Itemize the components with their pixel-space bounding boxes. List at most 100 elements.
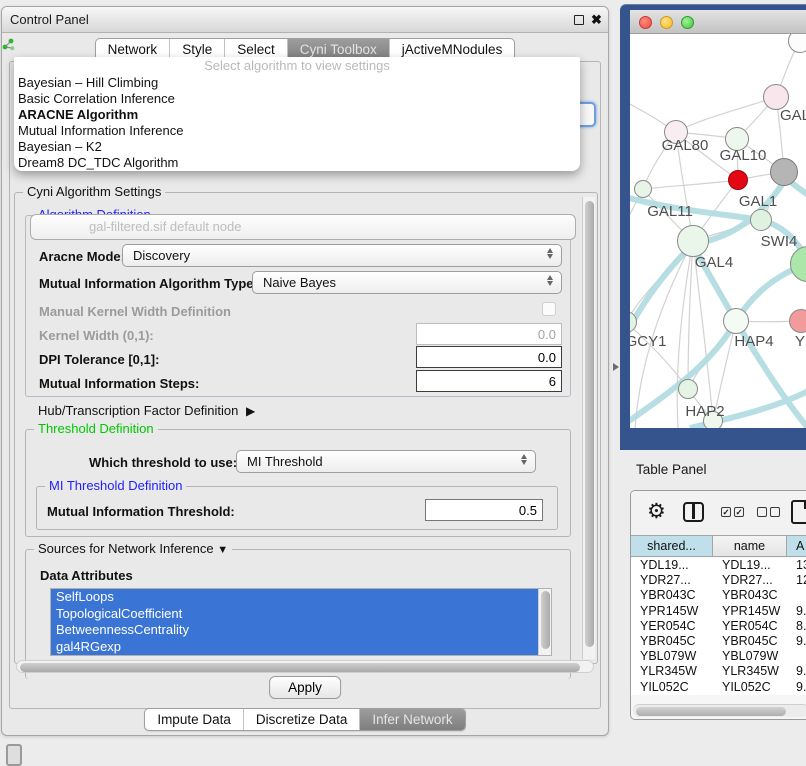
cell[interactable]: 13 xyxy=(787,558,806,573)
tab-discretize-data[interactable]: Discretize Data xyxy=(243,709,360,730)
cell[interactable]: 8. xyxy=(787,619,806,634)
cell[interactable]: YIL052C xyxy=(631,680,713,695)
network-node-hap2[interactable] xyxy=(678,379,698,399)
manual-kernel-width-checkbox[interactable] xyxy=(542,302,556,316)
tab-infer-network[interactable]: Infer Network xyxy=(359,709,464,730)
control-panel-titlebar: Control Panel ✖ xyxy=(2,7,608,33)
node-label-gal4: GAL4 xyxy=(695,254,733,271)
menu-item-bayesian-hill-climbing[interactable]: Bayesian – Hill Climbing xyxy=(14,75,580,91)
corner-grip-icon[interactable] xyxy=(6,744,22,766)
close-icon[interactable]: ✖ xyxy=(591,12,602,28)
tab-select-label: Select xyxy=(237,42,275,57)
table-row[interactable]: YER054C YER054C 8. xyxy=(631,619,806,634)
settings-horizontal-scrollbar[interactable] xyxy=(16,660,594,673)
table-row[interactable]: YIL052C YIL052C 9. xyxy=(631,680,806,695)
table-row[interactable]: YDR27... YDR27... 12 xyxy=(631,573,806,588)
list-item[interactable]: TopologicalCoefficient xyxy=(51,606,551,623)
cell[interactable]: YER054C xyxy=(631,619,713,634)
menu-item-mutual-information[interactable]: Mutual Information Inference xyxy=(14,123,580,139)
cell[interactable]: YLR345W xyxy=(631,664,713,679)
network-node-swi4[interactable] xyxy=(750,209,772,231)
which-threshold-combobox[interactable]: MI Threshold xyxy=(236,450,536,473)
hub-definition-expander[interactable]: Hub/Transcription Factor Definition ▶ xyxy=(38,403,251,418)
menu-item-aracne[interactable]: ARACNE Algorithm xyxy=(14,107,580,123)
list-item[interactable]: BetweennessCentrality xyxy=(51,622,551,639)
table-row[interactable]: YPR145W YPR145W 9. xyxy=(631,604,806,619)
data-table-combobox[interactable]: gal-filtered.sif default node xyxy=(30,214,576,240)
kernel-width-field[interactable] xyxy=(416,323,562,345)
tab-infer-network-label: Infer Network xyxy=(372,712,452,727)
traffic-light-minimize-icon[interactable] xyxy=(660,16,673,29)
apply-button[interactable]: Apply xyxy=(269,676,341,699)
table-row[interactable]: YBL079W YBL079W xyxy=(631,649,806,664)
cell[interactable] xyxy=(787,588,806,603)
cell[interactable]: YDR27... xyxy=(713,573,787,588)
table-header-row: shared... name A xyxy=(631,535,806,557)
list-item[interactable]: SelfLoops xyxy=(51,589,551,606)
mi-steps-field[interactable] xyxy=(416,370,562,392)
cell[interactable]: YDR27... xyxy=(631,573,713,588)
cell[interactable]: YBR045C xyxy=(631,634,713,649)
mi-threshold-field[interactable] xyxy=(425,499,543,521)
list-vertical-scrollbar[interactable] xyxy=(538,589,551,656)
table-toolbar: ⚙ ✓✓ xyxy=(631,491,806,535)
dpi-tolerance-field[interactable] xyxy=(416,346,562,368)
cell[interactable]: YBR045C xyxy=(713,634,787,649)
data-table-combobox-value: gal-filtered.sif default node xyxy=(89,219,241,234)
cell[interactable]: 9. xyxy=(787,664,806,679)
table-horizontal-scrollbar[interactable] xyxy=(633,704,806,717)
cell[interactable] xyxy=(787,649,806,664)
splitter-arrow-icon[interactable] xyxy=(613,363,619,371)
menu-item-dream8[interactable]: Dream8 DC_TDC Algorithm xyxy=(14,155,580,171)
expand-arrow-icon: ▶ xyxy=(246,404,255,418)
cell[interactable]: YLR345W xyxy=(713,664,787,679)
cell[interactable]: YBL079W xyxy=(713,649,787,664)
cell[interactable]: YBL079W xyxy=(631,649,713,664)
column-header-shared[interactable]: shared... xyxy=(631,536,713,556)
network-canvas[interactable]: GAL GAL80 GAL10 GAL1 GAL11 SWI4 GAL4 GCY… xyxy=(630,34,806,428)
cell[interactable]: 9. xyxy=(787,680,806,695)
network-node-gal4[interactable] xyxy=(677,225,709,257)
column-header-name[interactable]: name xyxy=(713,536,787,556)
cell[interactable]: 9. xyxy=(787,604,806,619)
split-view-icon[interactable] xyxy=(683,502,704,522)
cell[interactable]: YER054C xyxy=(713,619,787,634)
select-columns-icon[interactable]: ✓✓ xyxy=(721,507,744,517)
deselect-columns-icon[interactable] xyxy=(757,507,780,517)
column-header-partial[interactable]: A xyxy=(787,536,806,556)
cell[interactable]: 12 xyxy=(787,573,806,588)
network-node-hap4[interactable] xyxy=(723,308,749,334)
float-window-icon[interactable] xyxy=(574,15,584,25)
traffic-light-zoom-icon[interactable] xyxy=(681,16,694,29)
cell[interactable]: 9. xyxy=(787,634,806,649)
cell[interactable]: YBR043C xyxy=(631,588,713,603)
cell[interactable]: YBR043C xyxy=(713,588,787,603)
cell[interactable]: YIL052C xyxy=(713,680,787,695)
menu-item-bayesian-k2[interactable]: Bayesian – K2 xyxy=(14,139,580,155)
settings-vertical-scrollbar[interactable] xyxy=(582,197,595,659)
stepper-arrows-icon xyxy=(546,248,554,259)
list-item[interactable]: gal4RGexp xyxy=(51,639,551,656)
gear-icon[interactable]: ⚙ xyxy=(647,499,666,524)
cell[interactable]: YPR145W xyxy=(713,604,787,619)
network-node-gal11[interactable] xyxy=(634,180,652,198)
network-node-selected-gray[interactable] xyxy=(770,158,798,186)
table-row[interactable]: YBR045C YBR045C 9. xyxy=(631,634,806,649)
tab-impute-data[interactable]: Impute Data xyxy=(145,709,243,730)
cell[interactable]: YDL19... xyxy=(713,558,787,573)
aracne-mode-label: Aracne Mode: xyxy=(39,249,125,264)
cell[interactable]: YDL19... xyxy=(631,558,713,573)
sources-title[interactable]: Sources for Network Inference ▼ xyxy=(34,541,232,556)
traffic-light-close-icon[interactable] xyxy=(639,16,652,29)
mi-algorithm-type-combobox[interactable]: Naive Bayes xyxy=(252,271,562,294)
aracne-mode-combobox[interactable]: Discovery xyxy=(122,244,562,267)
table-row[interactable]: YBR043C YBR043C xyxy=(631,588,806,603)
network-node-gal1-red[interactable] xyxy=(728,170,748,190)
table-row[interactable]: YDL19... YDL19... 13 xyxy=(631,558,806,573)
cell[interactable]: YPR145W xyxy=(631,604,713,619)
menu-item-basic-correlation[interactable]: Basic Correlation Inference xyxy=(14,91,580,107)
table-row[interactable]: YLR345W YLR345W 9. xyxy=(631,664,806,679)
tab-jactivemnodules-label: jActiveMNodules xyxy=(402,42,503,57)
network-node-salmon[interactable] xyxy=(789,309,806,333)
table-doc-icon[interactable] xyxy=(791,500,806,524)
